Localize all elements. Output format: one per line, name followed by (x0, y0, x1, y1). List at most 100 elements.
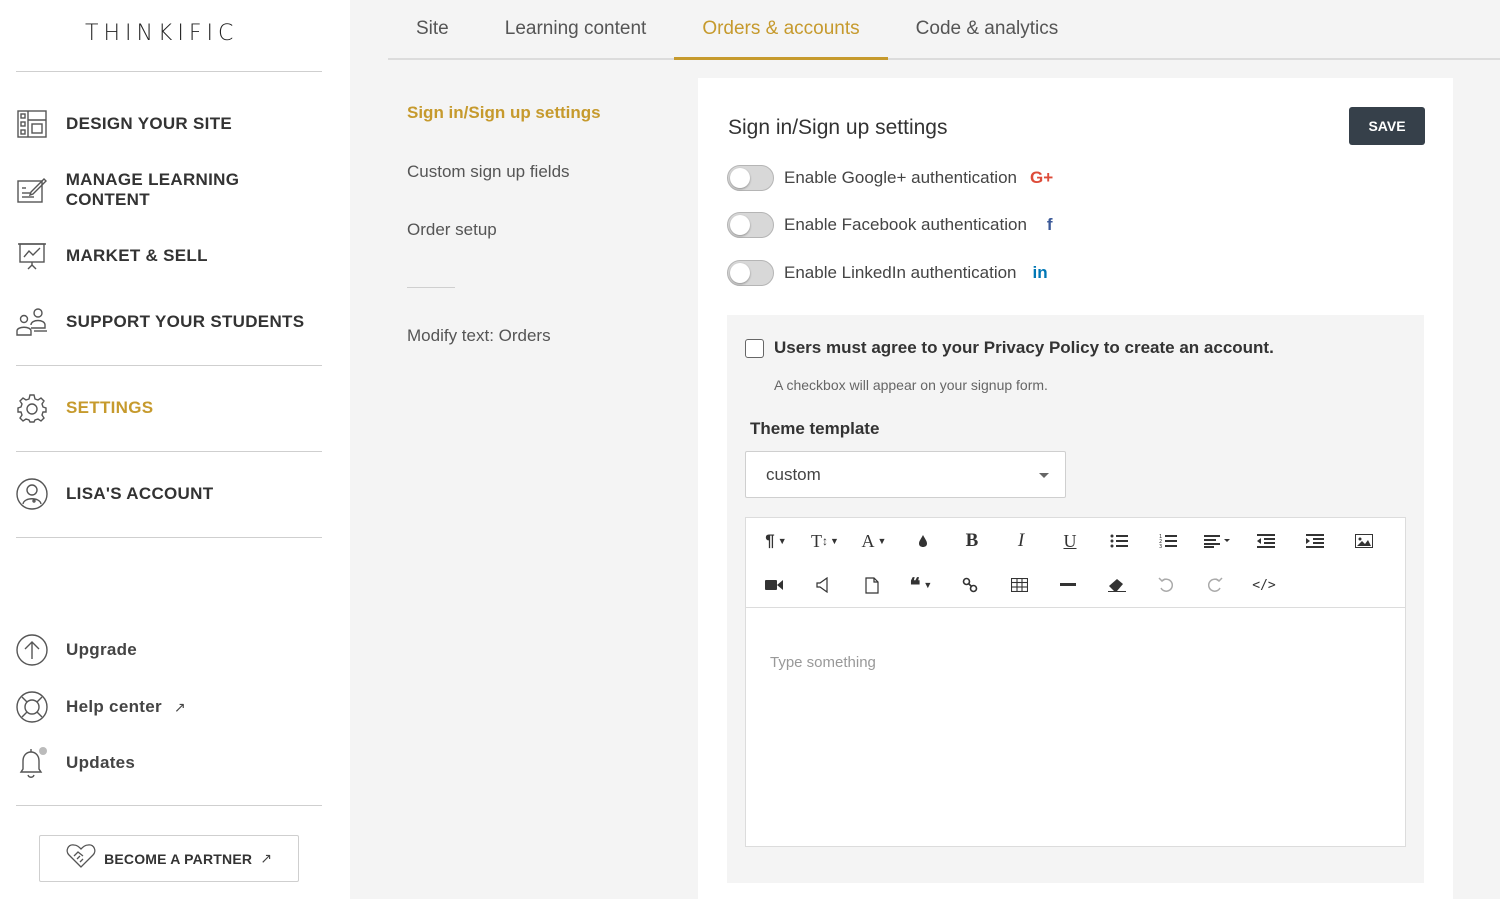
privacy-policy-label: Users must agree to your Privacy Policy … (774, 338, 1274, 357)
subnav-sign-in-sign-up-settings[interactable]: Sign in/Sign up settings (407, 103, 601, 123)
layout-icon (16, 108, 48, 140)
svg-text:3: 3 (1159, 544, 1162, 549)
become-a-partner-button[interactable]: BECOME A PARTNER ↗ (39, 835, 299, 882)
subnav-order-setup[interactable]: Order setup (407, 220, 497, 240)
underline-icon[interactable]: U (1050, 526, 1090, 556)
linkedin-auth-label: Enable LinkedIn authentication (784, 263, 1017, 282)
insert-file-icon[interactable] (852, 570, 892, 600)
sidebar-item-help-center[interactable]: Help center ↗ (16, 687, 326, 727)
sidebar-item-updates[interactable]: Updates (16, 743, 326, 783)
bold-icon[interactable]: B (952, 526, 992, 556)
sidebar-item-label: Upgrade (66, 640, 138, 659)
lifebuoy-icon (16, 691, 48, 723)
insert-image-icon[interactable] (1344, 526, 1384, 556)
numbered-list-icon[interactable]: 123 (1148, 526, 1188, 556)
tab-orders-accounts[interactable]: Orders & accounts (674, 0, 889, 60)
editor-toolbar: ¶ ▼ T ↕ ▼ A ▼ B I U 123 ❝ ▼ </> (746, 518, 1405, 608)
text-color-icon[interactable] (903, 526, 943, 556)
insert-video-icon[interactable] (754, 570, 794, 600)
theme-template-value: custom (766, 464, 821, 484)
subnav-divider (407, 287, 455, 288)
sidebar-item-label: Help center (66, 697, 162, 716)
insert-audio-icon[interactable] (803, 570, 843, 600)
external-link-icon: ↗ (173, 698, 186, 715)
gear-icon (16, 392, 48, 424)
linkedin-icon: in (1032, 263, 1048, 282)
sidebar-divider (16, 71, 322, 72)
italic-icon[interactable]: I (1001, 526, 1041, 556)
sidebar-item-lisas-account[interactable]: LISA'S ACCOUNT (16, 474, 326, 514)
sidebar-item-upgrade[interactable]: Upgrade (16, 630, 326, 670)
page-title: Sign in/Sign up settings (728, 116, 948, 139)
theme-template-label: Theme template (750, 419, 880, 438)
partner-button-label: BECOME A PARTNER (104, 850, 253, 867)
thinkific-logo[interactable]: THINKIFIC (85, 21, 238, 46)
align-icon[interactable] (1197, 526, 1237, 556)
undo-icon[interactable] (1146, 570, 1186, 600)
google-plus-icon: G+ (1030, 168, 1054, 187)
external-link-icon: ↗ (260, 850, 272, 866)
google-auth-toggle[interactable] (727, 165, 774, 191)
theme-template-select[interactable]: custom (745, 451, 1066, 498)
sidebar-item-support-your-students[interactable]: SUPPORT YOUR STUDENTS (16, 302, 326, 342)
font-size-icon[interactable]: T ↕ ▼ (805, 526, 845, 556)
settings-tabs: Site Learning content Orders & accounts … (388, 0, 1500, 60)
sidebar-item-design-your-site[interactable]: DESIGN YOUR SITE (16, 104, 326, 144)
upgrade-arrow-icon (16, 634, 48, 666)
insert-table-icon[interactable] (999, 570, 1039, 600)
editor-placeholder[interactable]: Type something (770, 654, 876, 671)
caret-down-icon (1039, 473, 1049, 478)
privacy-policy-help: A checkbox will appear on your signup fo… (774, 377, 1048, 393)
sidebar-item-settings[interactable]: SETTINGS (16, 388, 326, 428)
save-button[interactable]: SAVE (1349, 107, 1425, 145)
tab-code-analytics[interactable]: Code & analytics (888, 0, 1087, 58)
user-circle-icon (16, 478, 48, 510)
sidebar-item-label: SUPPORT YOUR STUDENTS (66, 312, 305, 331)
toggle-knob (730, 263, 750, 283)
outdent-icon[interactable] (1246, 526, 1286, 556)
linkedin-auth-row: Enable LinkedIn authentication in (727, 259, 1048, 287)
bulleted-list-icon[interactable] (1099, 526, 1139, 556)
presentation-chart-icon (16, 240, 48, 272)
google-auth-row: Enable Google+ authentication G+ (727, 164, 1053, 192)
sidebar-item-label: MARKET & SELL (66, 246, 208, 265)
sidebar-item-label: SETTINGS (66, 398, 154, 417)
sidebar-item-label: LISA'S ACCOUNT (66, 484, 214, 503)
indent-icon[interactable] (1295, 526, 1335, 556)
sidebar-divider (16, 451, 322, 452)
rich-text-editor: ¶ ▼ T ↕ ▼ A ▼ B I U 123 ❝ ▼ </> Type som… (745, 517, 1406, 847)
edit-content-icon (16, 174, 48, 206)
horizontal-line-icon[interactable] (1048, 570, 1088, 600)
sidebar-divider (16, 805, 322, 806)
sidebar-divider (16, 537, 322, 538)
sidebar-item-manage-learning-content[interactable]: MANAGE LEARNING CONTENT (16, 170, 326, 210)
privacy-policy-row: Users must agree to your Privacy Policy … (745, 338, 1274, 358)
redo-icon[interactable] (1195, 570, 1235, 600)
facebook-auth-toggle[interactable] (727, 212, 774, 238)
handshake-heart-icon (66, 843, 96, 874)
toggle-knob (730, 168, 750, 188)
insert-link-icon[interactable] (950, 570, 990, 600)
linkedin-auth-toggle[interactable] (727, 260, 774, 286)
privacy-policy-checkbox[interactable] (745, 338, 764, 358)
sidebar-item-label: DESIGN YOUR SITE (66, 114, 233, 133)
clear-formatting-icon[interactable] (1097, 570, 1137, 600)
paragraph-format-icon[interactable]: ¶ ▼ (756, 526, 796, 556)
code-view-icon[interactable]: </> (1244, 570, 1284, 600)
font-family-icon[interactable]: A ▼ (854, 526, 894, 556)
bell-icon (16, 747, 48, 779)
tab-site[interactable]: Site (388, 0, 477, 58)
quote-icon[interactable]: ❝ ▼ (901, 570, 941, 600)
privacy-policy-panel: Users must agree to your Privacy Policy … (727, 315, 1424, 883)
sidebar-item-market-sell[interactable]: MARKET & SELL (16, 236, 326, 276)
tab-learning-content[interactable]: Learning content (477, 0, 675, 58)
sidebar: THINKIFIC DESIGN YOUR SITE MANAGE LEARNI… (0, 0, 350, 899)
google-auth-label: Enable Google+ authentication (784, 168, 1017, 187)
sidebar-divider (16, 365, 322, 366)
people-icon (16, 306, 48, 338)
toggle-knob (730, 215, 750, 235)
settings-card: Sign in/Sign up settings SAVE Enable Goo… (698, 78, 1453, 899)
subnav-custom-sign-up-fields[interactable]: Custom sign up fields (407, 162, 570, 182)
facebook-auth-row: Enable Facebook authentication f (727, 211, 1053, 239)
subnav-modify-text-orders[interactable]: Modify text: Orders (407, 326, 551, 346)
